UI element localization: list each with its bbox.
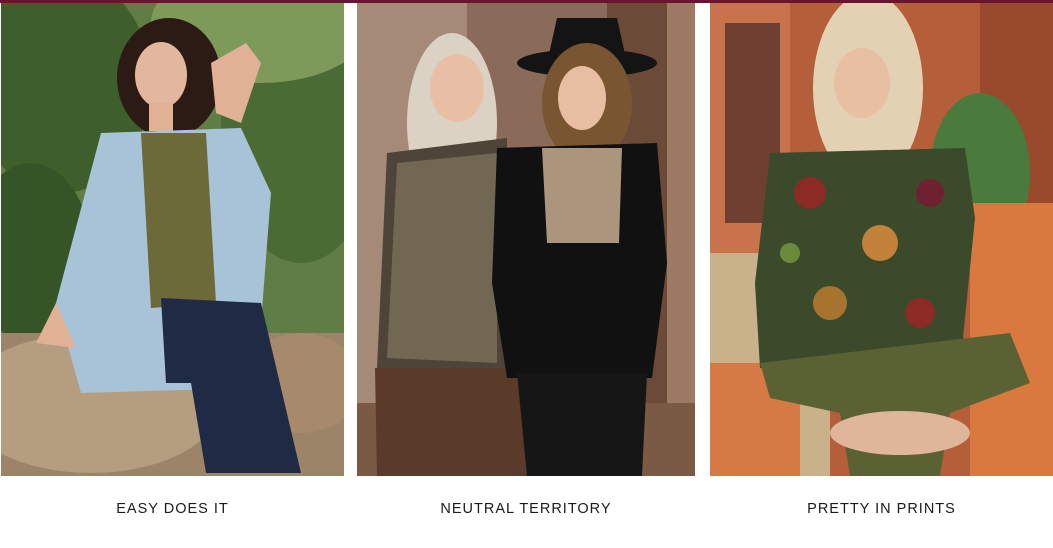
collection-title[interactable]: PRETTY IN PRINTS — [710, 501, 1053, 517]
collection-title[interactable]: EASY DOES IT — [1, 501, 344, 517]
collection-photo[interactable] — [710, 3, 1053, 476]
collection-card-pretty-in-prints[interactable]: PRETTY IN PRINTS — [710, 3, 1053, 548]
collection-title[interactable]: NEUTRAL TERRITORY — [357, 501, 695, 517]
collection-card-easy-does-it[interactable]: EASY DOES IT — [1, 3, 344, 548]
collection-card-neutral-territory[interactable]: NEUTRAL TERRITORY — [357, 3, 695, 548]
collection-photo[interactable] — [357, 3, 695, 476]
collection-photo[interactable] — [1, 3, 344, 476]
